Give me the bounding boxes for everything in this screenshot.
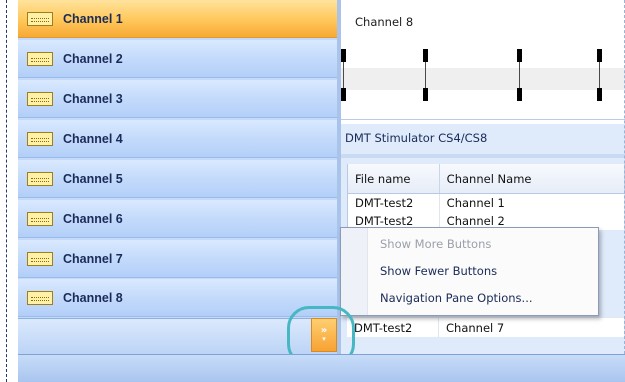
nav-item-label: Channel 3 [63,91,123,106]
channel-icon [27,51,53,66]
panel-title: DMT Stimulator CS4/CS8 [345,131,488,145]
menu-item-show-more-buttons: Show More Buttons [380,237,492,251]
double-chevron-icon: » [320,325,328,336]
nav-item-channel-2[interactable]: Channel 2 [18,40,337,78]
nav-item-channel-3[interactable]: Channel 3 [18,80,337,118]
nav-item-channel-7[interactable]: Channel 7 [18,240,337,278]
configure-buttons-button[interactable]: » ▾ [311,318,337,352]
navigation-pane-context-menu: Show More Buttons Show Fewer Buttons Nav… [340,227,599,316]
nav-item-channel-1[interactable]: Channel 1 [18,0,337,38]
viewer-title: Channel 8 [355,15,414,29]
column-header-channel-name[interactable]: Channel Name [440,164,625,193]
cell-channel-name: Channel 7 [439,318,625,337]
nav-item-label: Channel 6 [63,211,123,226]
nav-item-channel-4[interactable]: Channel 4 [18,120,337,158]
menu-icon-gutter [341,228,368,315]
channel-viewer: Channel 8 [341,0,625,120]
channel-grid: File name Channel Name DMT-test2 Channel… [347,164,625,230]
channel-icon [27,171,53,186]
panel-title-band [341,154,625,158]
nav-item-label: Channel 5 [63,171,123,186]
channel-icon [27,11,53,26]
column-header-file-name[interactable]: File name [348,164,440,193]
cell-file-name: DMT-test2 [348,194,440,212]
dashed-guide-line [6,0,7,382]
channel-icon [27,91,53,106]
nav-item-channel-5[interactable]: Channel 5 [18,160,337,198]
grid-header: File name Channel Name [348,164,625,194]
status-strip [18,354,625,382]
pulse-marker [423,49,428,101]
menu-item-show-fewer-buttons[interactable]: Show Fewer Buttons [380,264,497,278]
navigation-pane: Channel 1 Channel 2 Channel 3 Channel 4 … [18,0,337,354]
dropdown-arrow-icon: ▾ [322,335,326,343]
table-row[interactable]: DMT-test2 Channel 7 [347,317,625,337]
pulse-marker [341,49,346,101]
channel-icon [27,290,53,305]
signal-band [341,68,625,90]
nav-item-channel-8[interactable]: Channel 8 [18,279,337,317]
pulse-marker [597,49,602,101]
pulse-marker [517,49,522,101]
nav-item-label: Channel 7 [63,251,123,266]
cell-channel-name: Channel 1 [440,194,625,212]
nav-item-channel-6[interactable]: Channel 6 [18,200,337,238]
channel-icon [27,211,53,226]
cell-file-name: DMT-test2 [347,318,439,337]
menu-item-navigation-pane-options[interactable]: Navigation Pane Options... [380,291,533,305]
channel-icon [27,131,53,146]
nav-button-strip [18,318,337,354]
channel-icon [27,251,53,266]
nav-item-label: Channel 8 [63,290,123,305]
nav-item-label: Channel 4 [63,131,123,146]
nav-item-label: Channel 2 [63,51,123,66]
nav-item-label: Channel 1 [63,11,123,26]
table-row[interactable]: DMT-test2 Channel 1 [348,194,625,212]
